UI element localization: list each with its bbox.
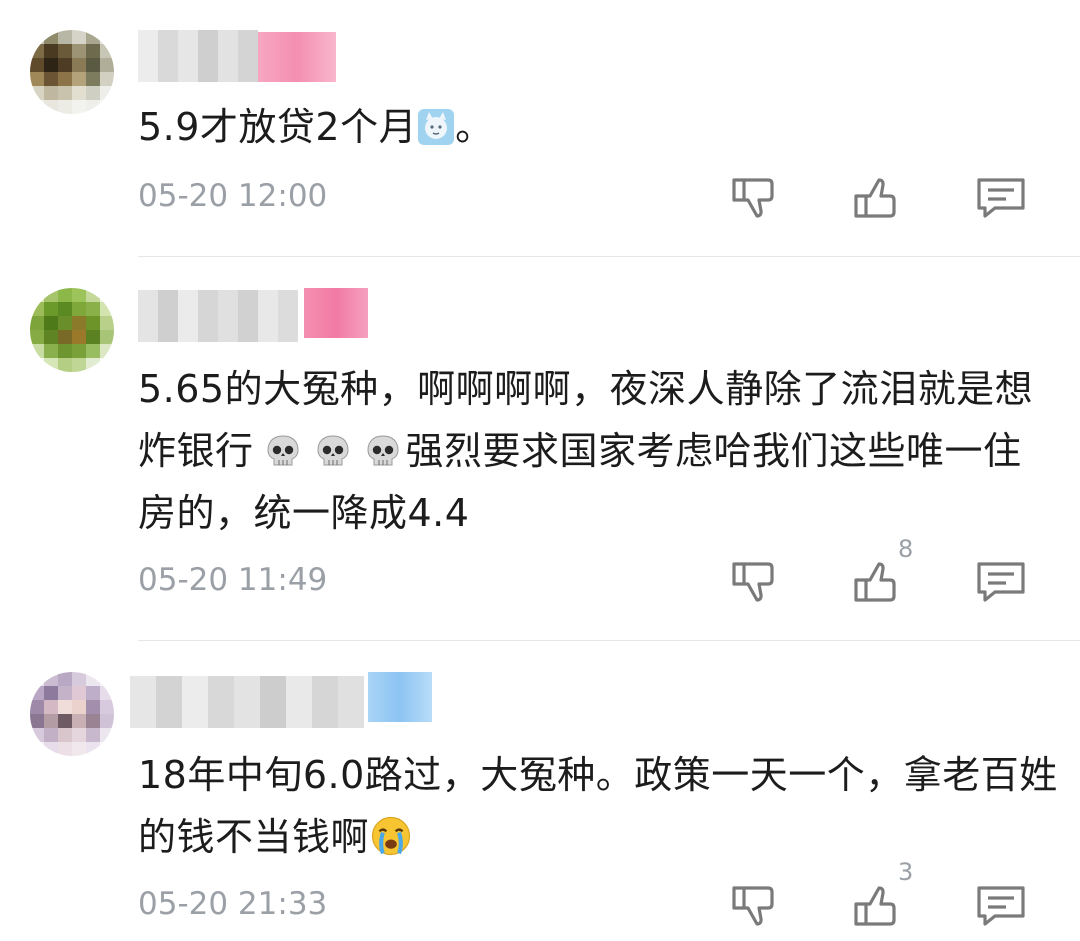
comment-time: 05-20 12:00 [138, 178, 328, 214]
avatar[interactable] [30, 288, 114, 372]
like-button[interactable] [850, 878, 906, 934]
divider [138, 256, 1080, 257]
divider [138, 640, 1080, 641]
like-count: 3 [898, 858, 914, 886]
level-badge [258, 32, 336, 82]
comment-text: 5.65的大冤种，啊啊啊啊，夜深人静除了流泪就是想炸银行 强烈要求国家考虑哈我们这… [138, 367, 1034, 535]
reply-button[interactable] [973, 878, 1029, 934]
comment-time: 05-20 11:49 [138, 562, 328, 598]
skull-emoji-icon [314, 426, 352, 466]
like-count: 8 [898, 535, 914, 563]
username-blurred[interactable] [130, 676, 364, 728]
crying-emoji-icon [369, 814, 413, 858]
comment-time: 05-20 21:33 [138, 886, 328, 922]
level-badge [368, 672, 432, 722]
cat-sticker-icon [417, 102, 455, 145]
reply-icon [977, 886, 1025, 926]
username-blurred[interactable] [138, 30, 258, 82]
skull-emoji-icon [364, 426, 402, 466]
dislike-icon [732, 562, 774, 602]
username-blurred[interactable] [138, 290, 298, 342]
dislike-button[interactable] [728, 878, 784, 934]
comment-text: 5.9才放贷2个月。 [138, 96, 1058, 158]
dislike-icon [732, 178, 774, 218]
dislike-icon [732, 886, 774, 926]
reply-button[interactable] [973, 170, 1029, 226]
like-button[interactable] [850, 170, 906, 226]
level-badge [304, 288, 368, 338]
comment-text: 18年中旬6.0路过，大冤种。政策一天一个，拿老百姓的钱不当钱啊 [138, 753, 1058, 859]
reply-button[interactable] [973, 554, 1029, 610]
avatar[interactable] [30, 30, 114, 114]
reply-icon [977, 178, 1025, 218]
like-icon [854, 178, 896, 218]
dislike-button[interactable] [728, 554, 784, 610]
avatar[interactable] [30, 672, 114, 756]
like-icon [854, 886, 896, 926]
skull-emoji-icon [264, 426, 302, 466]
reply-icon [977, 562, 1025, 602]
dislike-button[interactable] [728, 170, 784, 226]
